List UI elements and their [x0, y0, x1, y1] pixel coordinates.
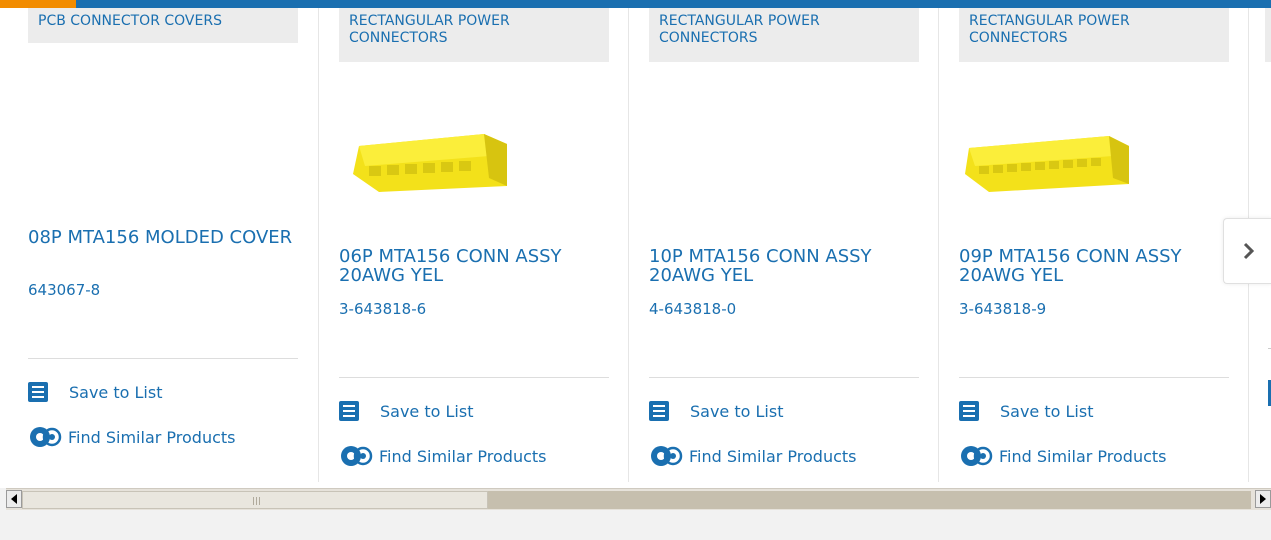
find-similar-label: Find Similar Products — [68, 427, 236, 447]
gears-icon — [651, 446, 683, 466]
product-image[interactable] — [959, 116, 1129, 196]
gears-icon — [30, 427, 62, 447]
gears-icon — [961, 446, 993, 466]
horizontal-scrollbar[interactable] — [6, 488, 1271, 510]
product-carousel: PCB CONNECTOR COVERS 08P MTA156 MOLDED C… — [0, 8, 1271, 488]
card-separator — [628, 8, 629, 482]
card-divider — [959, 377, 1229, 378]
card-divider — [28, 358, 298, 359]
category-label[interactable]: PCB CONNECTOR COVERS — [28, 8, 298, 43]
product-card: PCB CONNECTOR COVERS 08P MTA156 MOLDED C… — [28, 8, 298, 482]
save-to-list-button[interactable]: Save to List — [339, 401, 473, 421]
category-label[interactable]: RECTANGULAR POWER CONNECTORS — [649, 8, 919, 62]
product-image[interactable] — [339, 116, 509, 196]
card-divider — [339, 377, 609, 378]
scroll-track[interactable] — [488, 491, 1251, 509]
find-similar-label: Find Similar Products — [379, 446, 547, 466]
category-label[interactable]: RECTANGULAR POWER CONNECTORS — [959, 8, 1229, 62]
save-to-list-label: Save to List — [69, 382, 163, 402]
top-accent-orange — [0, 0, 76, 8]
card-separator — [938, 8, 939, 482]
category-label[interactable]: RECTANGULAR POWER CONNECTORS — [339, 8, 609, 62]
part-number-link[interactable]: 643067-8 — [28, 281, 100, 299]
checklist-icon — [339, 401, 359, 421]
scroll-right-button[interactable] — [1255, 490, 1271, 508]
save-to-list-label: Save to List — [380, 401, 474, 421]
product-name-link[interactable]: 08P MTA156 MOLDED COVER — [28, 228, 298, 247]
scroll-left-button[interactable] — [6, 490, 22, 508]
carousel-next-button[interactable] — [1223, 218, 1271, 284]
find-similar-button[interactable]: Find Similar Products — [28, 424, 236, 450]
checklist-icon — [28, 382, 48, 402]
save-to-list-button[interactable]: Save to List — [649, 401, 783, 421]
arrow-left-icon — [11, 494, 17, 504]
card-divider — [649, 377, 919, 378]
scroll-thumb[interactable] — [22, 491, 488, 509]
save-to-list-label: Save to List — [690, 401, 784, 421]
card-separator — [318, 8, 319, 482]
gears-icon — [341, 446, 373, 466]
product-card: RECTANGULAR POWER CONNECTORS 09P MTA156 … — [959, 8, 1229, 482]
save-to-list-button[interactable]: Save to List — [28, 382, 162, 402]
checklist-icon — [959, 401, 979, 421]
find-similar-button[interactable]: Find Similar Products — [649, 443, 857, 469]
scroll-grip-icon — [253, 497, 261, 505]
arrow-right-icon — [1260, 494, 1266, 504]
find-similar-button[interactable]: Find Similar Products — [339, 443, 547, 469]
checklist-icon — [649, 401, 669, 421]
find-similar-button[interactable]: Find Similar Products — [959, 443, 1167, 469]
save-to-list-button[interactable]: Save to List — [959, 401, 1093, 421]
part-number-link[interactable]: 4-643818-0 — [649, 300, 736, 318]
save-to-list-label: Save to List — [1000, 401, 1094, 421]
chevron-right-icon — [1243, 242, 1254, 260]
product-name-link[interactable]: 09P MTA156 CONN ASSY 20AWG YEL — [959, 247, 1229, 285]
product-card: RECTANGULAR POWER CONNECTORS 10P MTA156 … — [649, 8, 919, 482]
top-accent-bar — [0, 0, 1271, 8]
product-name-link[interactable]: 10P MTA156 CONN ASSY 20AWG YEL — [649, 247, 919, 285]
product-card: RECTANGULAR POWER CONNECTORS 06P MTA156 … — [339, 8, 609, 482]
find-similar-label: Find Similar Products — [689, 446, 857, 466]
product-name-link[interactable]: 06P MTA156 CONN ASSY 20AWG YEL — [339, 247, 609, 285]
part-number-link[interactable]: 3-643818-6 — [339, 300, 426, 318]
part-number-link[interactable]: 3-643818-9 — [959, 300, 1046, 318]
find-similar-label: Find Similar Products — [999, 446, 1167, 466]
category-label-partial — [1265, 8, 1271, 62]
